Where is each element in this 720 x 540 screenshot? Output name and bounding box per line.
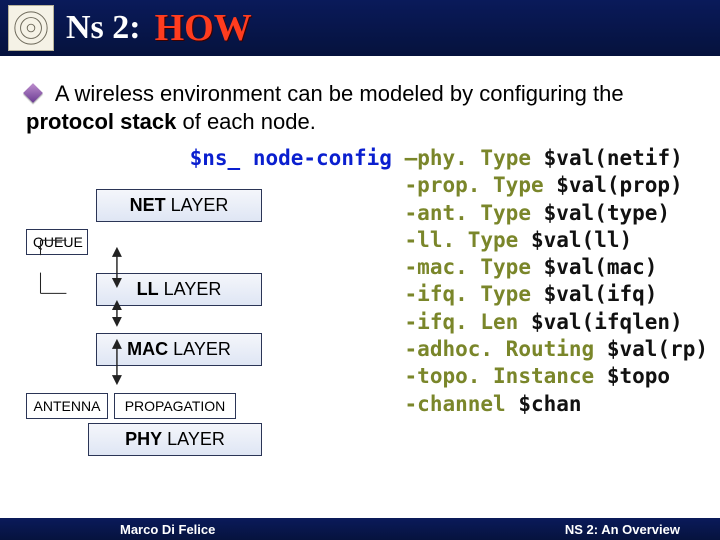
university-crest-icon bbox=[8, 5, 54, 51]
main-area: NET LAYER LL LAYER MAC LAYER PHY LAYER Q… bbox=[0, 141, 720, 465]
code-opt-4: -mac. Type bbox=[405, 255, 531, 279]
diagram-arrows bbox=[12, 145, 186, 465]
code-arg-5: $val(ifq) bbox=[544, 282, 658, 306]
slide-title-prefix: Ns 2: bbox=[66, 9, 141, 47]
code-arg-1: $val(prop) bbox=[556, 173, 682, 197]
code-arg-7: $val(rp) bbox=[607, 337, 708, 361]
intro-part1: A wireless environment can be modeled by… bbox=[55, 81, 624, 106]
code-arg-4: $val(mac) bbox=[544, 255, 658, 279]
code-arg-3: $val(ll) bbox=[531, 228, 632, 252]
code-opt-7: -adhoc. Routing bbox=[405, 337, 595, 361]
footer-author: Marco Di Felice bbox=[120, 522, 215, 537]
code-opt-1: -prop. Type bbox=[405, 173, 544, 197]
intro-text: A wireless environment can be modeled by… bbox=[0, 56, 720, 141]
intro-part2: of each node. bbox=[176, 109, 315, 134]
code-cmd: node-config bbox=[253, 146, 392, 170]
code-arg-0: $val(netif) bbox=[544, 146, 683, 170]
code-opt-6: -ifq. Len bbox=[405, 310, 519, 334]
code-opt-3: -ll. Type bbox=[405, 228, 519, 252]
bullet-diamond-icon bbox=[23, 83, 43, 103]
code-opt-0: –phy. Type bbox=[405, 146, 531, 170]
code-obj: $ns_ bbox=[190, 146, 241, 170]
code-opt-5: -ifq. Type bbox=[405, 282, 531, 306]
code-arg-8: $topo bbox=[607, 364, 670, 388]
code-opt-8: -topo. Instance bbox=[405, 364, 595, 388]
footer-bar: Marco Di Felice NS 2: An Overview bbox=[0, 518, 720, 540]
code-arg-2: $val(type) bbox=[544, 201, 670, 225]
stack-diagram: NET LAYER LL LAYER MAC LAYER PHY LAYER Q… bbox=[12, 145, 186, 465]
code-opt-9: -channel bbox=[405, 392, 506, 416]
footer-subtitle: NS 2: An Overview bbox=[565, 522, 680, 537]
intro-bold: protocol stack bbox=[26, 109, 176, 134]
code-arg-6: $val(ifqlen) bbox=[531, 310, 683, 334]
code-opt-2: -ant. Type bbox=[405, 201, 531, 225]
code-arg-9: $chan bbox=[518, 392, 581, 416]
title-bar: Ns 2: HOW bbox=[0, 0, 720, 56]
slide-title-highlight: HOW bbox=[155, 6, 252, 50]
code-block: $ns_ node-config –phy. Type $val(netif) … bbox=[186, 145, 708, 465]
